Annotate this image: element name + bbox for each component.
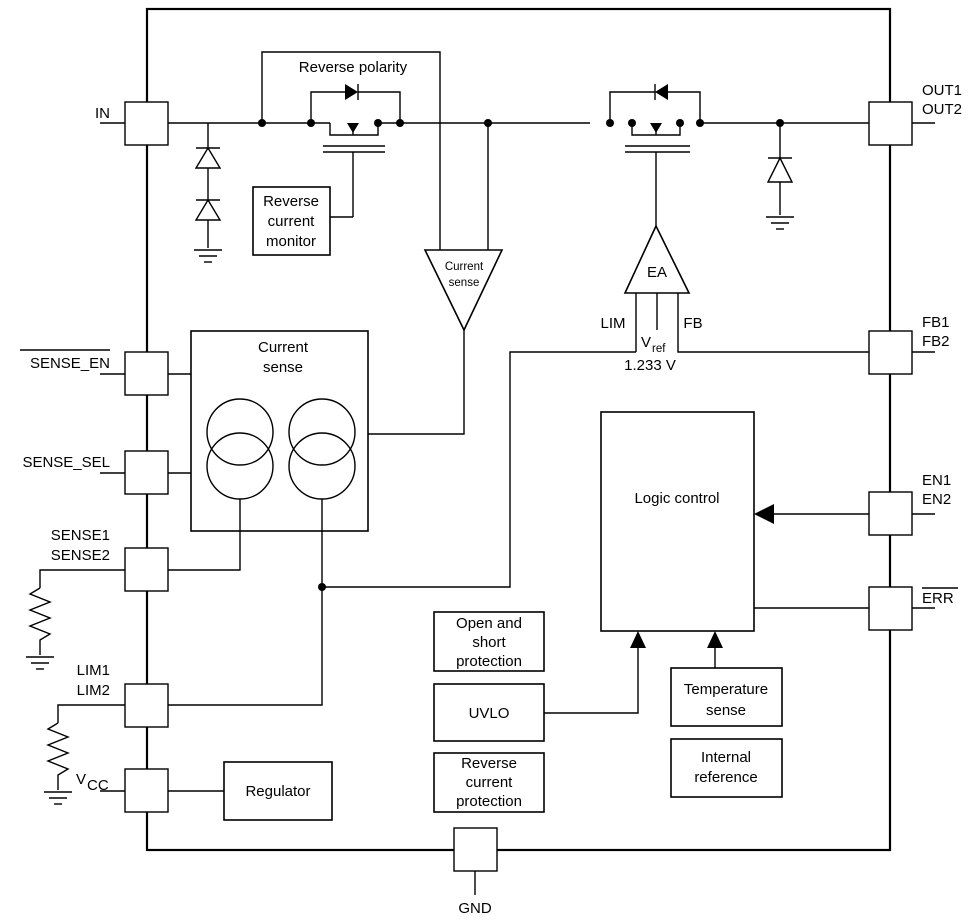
rcp-line3: protection <box>456 793 522 810</box>
vref-value: 1.233 V <box>624 357 676 374</box>
pin-sense-en-label: SENSE_EN <box>30 355 110 372</box>
vref-sub: ref <box>652 343 666 355</box>
pin-err-label: ERR <box>922 590 954 607</box>
pin-err <box>868 586 913 631</box>
ea-fb-label: FB <box>683 315 702 332</box>
pin-fb <box>868 330 913 375</box>
pin-out1-label: OUT1 <box>922 82 962 99</box>
pin-in <box>124 101 169 146</box>
logic-control-label: Logic control <box>634 490 719 507</box>
rcp-line2: current <box>466 774 514 791</box>
osp-line2: short <box>472 634 506 651</box>
pin-sense1-label: SENSE1 <box>51 527 110 544</box>
pin-vcc <box>124 768 169 813</box>
pin-sense-sel <box>124 450 169 495</box>
pin-sense <box>124 547 169 592</box>
lim-resistor <box>46 722 70 790</box>
vref-label: V <box>641 334 651 351</box>
ea-label: EA <box>647 264 667 281</box>
sense-resistor <box>28 587 52 655</box>
pin-lim2-label: LIM2 <box>77 682 110 699</box>
logic-control-block <box>600 411 755 632</box>
ir-line1: Internal <box>701 749 751 766</box>
pin-lim <box>124 683 169 728</box>
regulator-label: Regulator <box>245 783 310 800</box>
osp-line1: Open and <box>456 615 522 632</box>
uvlo-label: UVLO <box>469 705 510 722</box>
pin-en1-label: EN1 <box>922 472 951 489</box>
pin-gnd-label: GND <box>458 900 492 917</box>
internal-reference-block <box>670 738 783 798</box>
block-diagram: Reverse polarity Reverse current monitor… <box>20 7 962 917</box>
pin-in-label: IN <box>95 105 110 122</box>
ir-line2: reference <box>694 769 757 786</box>
rcm-line3: monitor <box>266 233 316 250</box>
pin-sense-sel-label: SENSE_SEL <box>22 454 110 471</box>
pin-gnd <box>453 827 498 872</box>
pin-fb2-label: FB2 <box>922 333 950 350</box>
ts-line1: Temperature <box>684 681 768 698</box>
ea-lim-label: LIM <box>600 315 625 332</box>
pin-vcc-sub: CC <box>87 777 109 794</box>
pin-fb1-label: FB1 <box>922 314 950 331</box>
ts-line2: sense <box>706 702 746 719</box>
pin-vcc-label: V <box>76 771 86 788</box>
rcp-line1: Reverse <box>461 755 517 772</box>
pin-lim1-label: LIM1 <box>77 662 110 679</box>
rcm-line1: Reverse <box>263 193 319 210</box>
cs-amp-line1: Current <box>445 261 484 273</box>
cs-amp-line2: sense <box>449 277 480 289</box>
rcm-line2: current <box>268 213 316 230</box>
cs-block-line1: Current <box>258 339 309 356</box>
pin-en <box>868 491 913 536</box>
pin-sense-en <box>124 351 169 396</box>
pin-sense2-label: SENSE2 <box>51 547 110 564</box>
reverse-polarity-label: Reverse polarity <box>299 59 408 76</box>
pin-out2-label: OUT2 <box>922 101 962 118</box>
cs-block-line2: sense <box>263 359 303 376</box>
pin-en2-label: EN2 <box>922 491 951 508</box>
osp-line3: protection <box>456 653 522 670</box>
pin-out <box>868 101 913 146</box>
